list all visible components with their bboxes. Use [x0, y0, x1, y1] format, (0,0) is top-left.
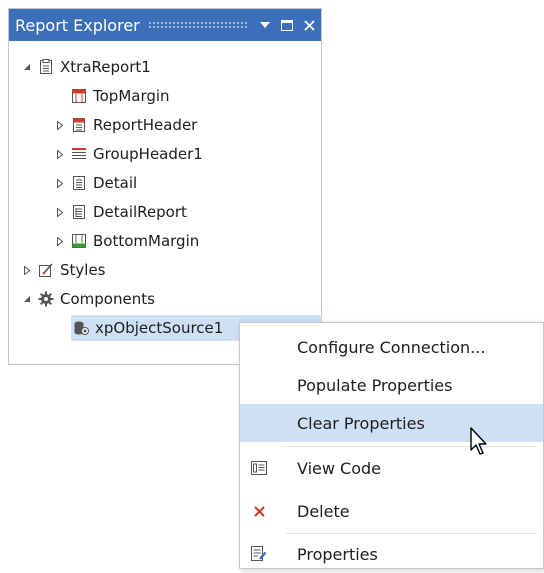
collapsed-arrow-icon[interactable]	[53, 234, 67, 248]
menu-item-view-code[interactable]: View Code	[240, 449, 543, 487]
menu-item-label: View Code	[297, 458, 382, 478]
tree-item-styles[interactable]: Styles	[20, 257, 106, 283]
tree-item-bottommargin[interactable]: BottomMargin	[53, 228, 199, 254]
mouse-pointer-icon	[470, 427, 487, 455]
tree-item-label: TopMargin	[93, 87, 170, 105]
menu-item-label: Populate Properties	[297, 375, 453, 395]
tree-item-label: BottomMargin	[93, 232, 200, 250]
tree-item-groupheader1[interactable]: GroupHeader1	[53, 141, 203, 167]
menu-separator	[286, 533, 537, 534]
report-header-icon	[71, 117, 87, 133]
menu-item-label: Properties	[297, 544, 378, 564]
collapsed-arrow-icon[interactable]	[53, 147, 67, 161]
tree-item-label: DetailReport	[93, 203, 187, 221]
detail-icon	[71, 175, 87, 191]
view-code-icon	[249, 458, 269, 478]
menu-item-clear-properties[interactable]: Clear Properties	[240, 404, 543, 442]
drag-grip[interactable]	[147, 21, 247, 29]
tree-item-xtrareport1[interactable]: XtraReport1	[20, 54, 151, 80]
panel-titlebar[interactable]: Report Explorer	[9, 9, 321, 41]
tree-item-label: Detail	[93, 174, 138, 192]
report-icon	[38, 59, 54, 75]
maximize-icon[interactable]	[277, 15, 297, 35]
tree-item-detail[interactable]: Detail	[53, 170, 137, 196]
tree-item-label: Styles	[60, 261, 106, 279]
expanded-arrow-icon[interactable]	[20, 292, 34, 306]
context-menu: Configure Connection... Populate Propert…	[239, 322, 544, 569]
tree-item-label: GroupHeader1	[93, 145, 203, 163]
panel-title: Report Explorer	[15, 15, 140, 35]
expanded-arrow-icon[interactable]	[20, 60, 34, 74]
tree-item-components[interactable]: Components	[20, 286, 155, 312]
menu-item-delete[interactable]: Delete	[240, 492, 543, 530]
close-icon[interactable]	[299, 15, 319, 35]
menu-item-properties[interactable]: Properties	[240, 535, 543, 573]
gear-icon	[38, 291, 54, 307]
object-source-icon	[73, 320, 89, 336]
tree-item-detailreport[interactable]: DetailReport	[53, 199, 187, 225]
tree-item-topmargin[interactable]: TopMargin	[71, 83, 170, 109]
collapsed-arrow-icon[interactable]	[53, 176, 67, 190]
tree-item-label: ReportHeader	[93, 116, 198, 134]
menu-separator	[286, 446, 537, 447]
styles-icon	[38, 262, 54, 278]
tree-item-reportheader[interactable]: ReportHeader	[53, 112, 197, 138]
tree-item-label: xpObjectSource1	[95, 319, 224, 337]
delete-icon	[249, 501, 269, 521]
menu-item-label: Clear Properties	[297, 413, 425, 433]
group-header-icon	[71, 146, 87, 162]
collapsed-arrow-icon[interactable]	[20, 263, 34, 277]
collapsed-arrow-icon[interactable]	[53, 118, 67, 132]
menu-item-configure-connection[interactable]: Configure Connection...	[240, 328, 543, 366]
dropdown-icon[interactable]	[255, 15, 275, 35]
menu-item-label: Delete	[297, 501, 350, 521]
report-explorer-panel: Report Explorer XtraReport1 TopMargin Re…	[8, 8, 322, 365]
tree-item-label: Components	[60, 290, 155, 308]
properties-icon	[249, 544, 269, 564]
bottom-margin-icon	[71, 233, 87, 249]
tree-item-label: XtraReport1	[60, 58, 151, 76]
collapsed-arrow-icon[interactable]	[53, 205, 67, 219]
menu-item-populate-properties[interactable]: Populate Properties	[240, 366, 543, 404]
top-margin-icon	[71, 88, 87, 104]
menu-item-label: Configure Connection...	[297, 337, 486, 357]
detail-report-icon	[71, 204, 87, 220]
